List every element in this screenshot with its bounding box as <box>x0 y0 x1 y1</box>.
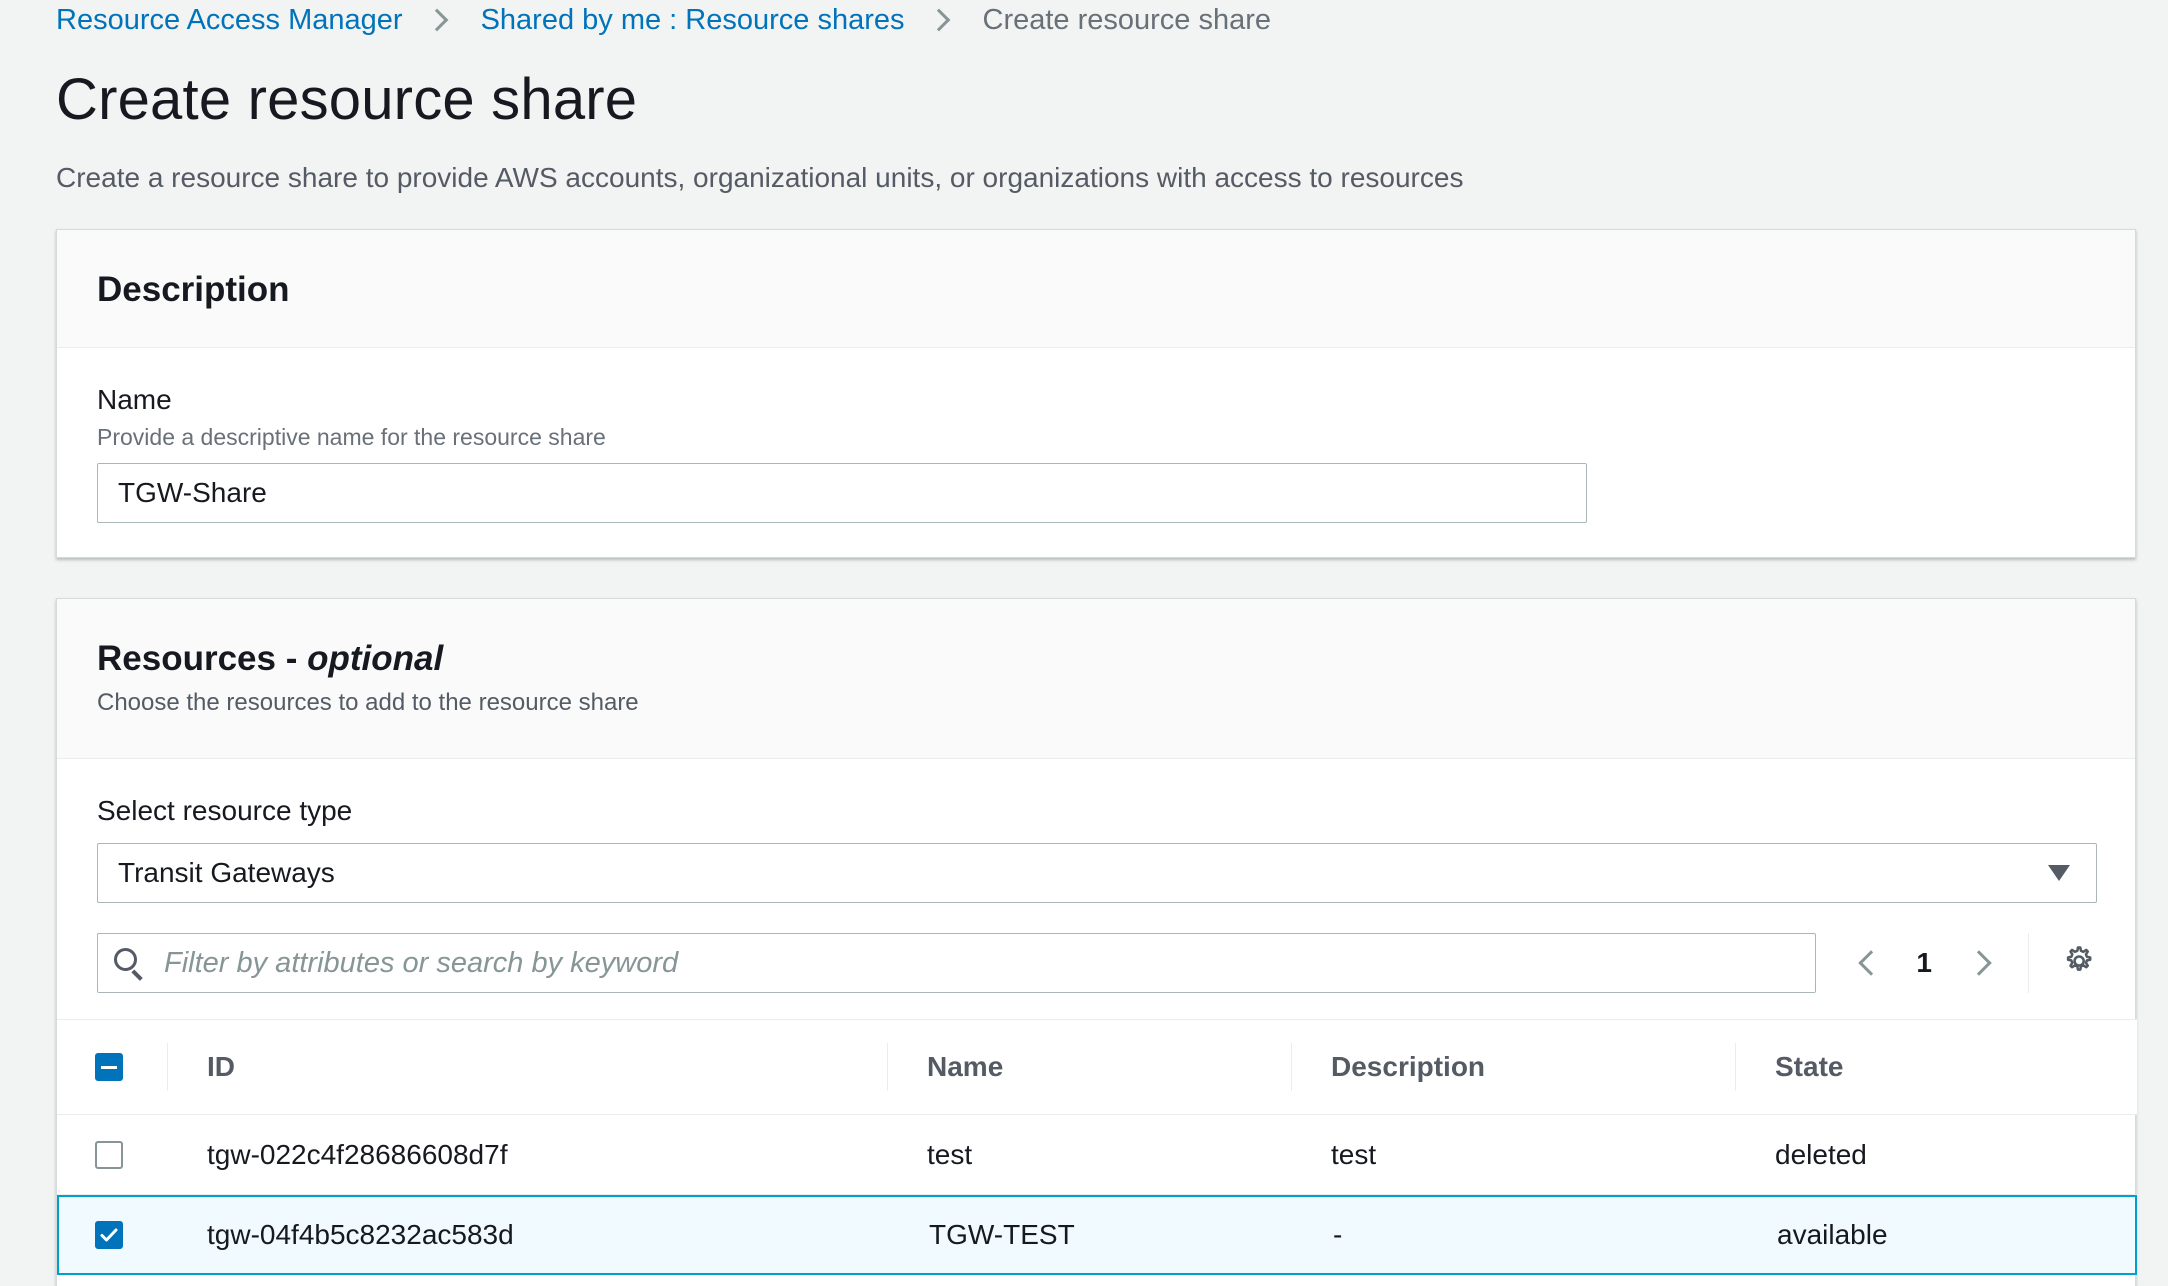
resources-subtitle: Choose the resources to add to the resou… <box>97 689 639 716</box>
row-select-cell <box>57 1140 167 1169</box>
row-select-cell <box>59 1221 169 1249</box>
row-description: - <box>1333 1219 1343 1250</box>
breadcrumb-resource-access-manager[interactable]: Resource Access Manager <box>56 4 403 37</box>
select-all-cell <box>57 1053 167 1081</box>
resources-title-text: Resources - <box>97 639 308 678</box>
filter-input[interactable]: Filter by attributes or search by keywor… <box>97 933 1817 993</box>
gear-icon[interactable] <box>2061 944 2095 983</box>
breadcrumb: Resource Access Manager Shared by me : R… <box>56 0 1271 40</box>
column-header-id[interactable]: ID <box>167 1019 887 1115</box>
page-title: Create resource share <box>56 67 638 132</box>
name-input[interactable]: TGW-Share <box>97 463 1587 523</box>
next-page-icon[interactable] <box>1966 950 1992 976</box>
check-icon <box>100 1228 118 1242</box>
chevron-right-icon <box>927 8 950 32</box>
caret-down-icon <box>2048 865 2070 881</box>
resources-panel: Resources - optional Choose the resource… <box>56 598 2137 1286</box>
resource-type-value: Transit Gateways <box>118 857 335 888</box>
table-header: ID Name Description State <box>57 1019 2137 1115</box>
row-state: deleted <box>1775 1138 1867 1170</box>
resources-panel-body: Select resource type Transit Gateways Fi… <box>57 759 2135 993</box>
breadcrumb-current: Create resource share <box>982 3 1272 36</box>
search-icon <box>114 948 144 981</box>
page-description: Create a resource share to provide AWS a… <box>56 162 1464 193</box>
column-header-description[interactable]: Description <box>1291 1019 1735 1115</box>
description-panel-header: Description <box>57 230 2135 348</box>
resources-panel-header: Resources - optional Choose the resource… <box>57 599 2135 759</box>
previous-page-icon[interactable] <box>1858 950 1885 976</box>
row-name: test <box>927 1138 973 1170</box>
row-description: test <box>1331 1138 1377 1170</box>
column-header-name[interactable]: Name <box>887 1019 1291 1115</box>
row-id: tgw-022c4f28686608d7f <box>207 1138 508 1170</box>
resource-type-label: Select resource type <box>97 795 353 826</box>
description-panel-body: Name Provide a descriptive name for the … <box>57 348 2135 559</box>
breadcrumb-resource-shares[interactable]: Shared by me : Resource shares <box>481 4 905 37</box>
current-page-number[interactable]: 1 <box>1916 947 1932 979</box>
filter-placeholder: Filter by attributes or search by keywor… <box>164 946 679 979</box>
chevron-right-icon <box>425 8 448 32</box>
select-all-checkbox[interactable] <box>95 1053 123 1081</box>
resources-panel-title: Resources - optional <box>97 639 2095 679</box>
name-hint: Provide a descriptive name for the resou… <box>97 424 606 450</box>
pagination: 1 <box>1836 933 2095 993</box>
resource-type-select[interactable]: Transit Gateways <box>97 843 2097 903</box>
description-panel-title: Description <box>97 270 290 309</box>
table-row[interactable]: tgw-022c4f28686608d7f test test deleted <box>57 1115 2137 1195</box>
table-row[interactable]: tgw-04f4b5c8232ac583d TGW-TEST - availab… <box>57 1195 2137 1275</box>
row-checkbox[interactable] <box>95 1140 123 1169</box>
row-id: tgw-04f4b5c8232ac583d <box>207 1219 514 1250</box>
page: Resource Access Manager Shared by me : R… <box>0 0 2168 1286</box>
optional-label: optional <box>307 639 444 678</box>
row-state: available <box>1777 1219 1888 1250</box>
pager-divider <box>2028 933 2029 993</box>
column-header-state[interactable]: State <box>1735 1019 2137 1115</box>
filter-row: Filter by attributes or search by keywor… <box>97 933 2095 993</box>
row-checkbox[interactable] <box>95 1221 123 1249</box>
description-panel: Description Name Provide a descriptive n… <box>56 229 2136 558</box>
resources-table: ID Name Description State tgw-022c4f2868… <box>57 1019 2137 1275</box>
row-name: TGW-TEST <box>929 1219 1075 1250</box>
name-label: Name <box>97 384 172 415</box>
